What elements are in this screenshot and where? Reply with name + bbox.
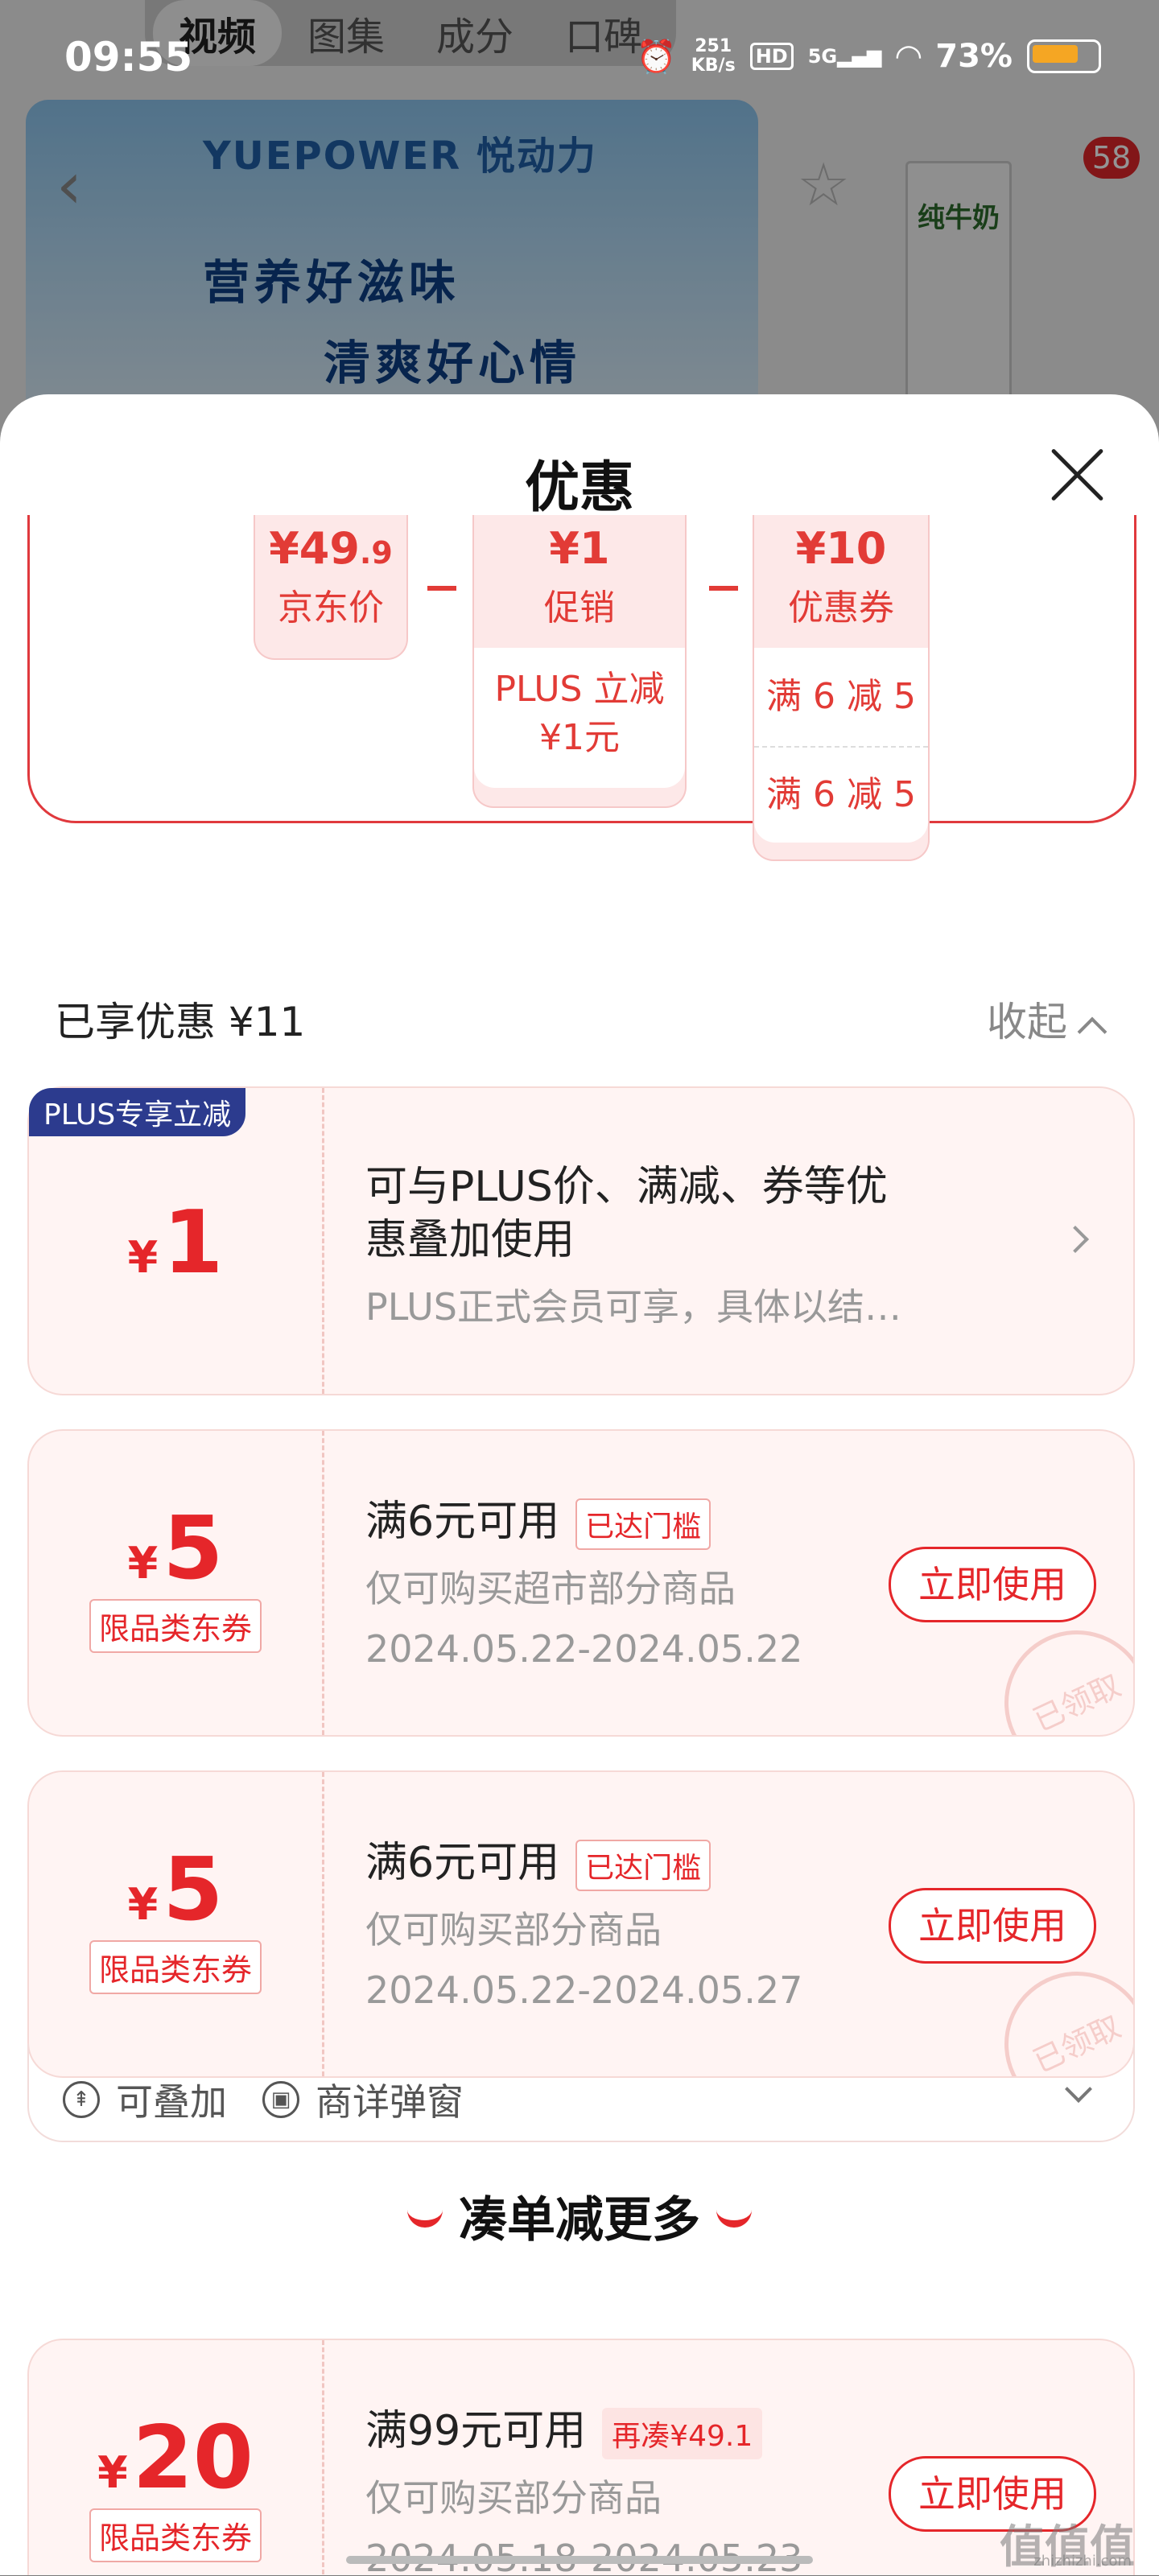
network-speed-unit: KB/s [691,56,736,76]
battery-percent: 73% [935,38,1013,75]
breakdown-coupon-label: 优惠券 [788,587,894,629]
battery-icon [1027,39,1101,73]
coupon-threshold: 满6元可用 [365,1498,560,1546]
network-speed: 251 KB/s [691,37,736,76]
plus-discount-card[interactable]: PLUS专享立减 ¥1 可与PLUS价、满减、券等优 惠叠加使用 PLUS正式会… [27,1086,1135,1395]
collapse-button[interactable]: 收起 [987,990,1107,1048]
coupon-amount: 1 [163,1193,224,1293]
coupon-card: ¥5 限品类东券 满6元可用 已达门槛 仅可购买部分商品 2024.05.22-2… [27,1770,1135,2078]
network-speed-value: 251 [695,36,732,56]
coupon-amount: 20 [132,2408,254,2508]
alarm-icon: ⏰ [636,38,677,76]
coupon-yen: ¥ [127,1538,159,1589]
hd-icon: HD [749,43,794,70]
breakdown-coupon: ¥10 优惠券 满 6 减 5 满 6 减 5 [753,515,930,861]
use-now-button[interactable]: 立即使用 [889,1888,1096,1964]
coupon-type-tag: 限品类东券 [89,2508,262,2562]
status-bar: 09:55 ⏰ 251 KB/s HD 5G▂▄▆ ◠ 73% [0,29,1159,93]
coupon-desc: 仅可购买部分商品 [365,1908,662,1952]
coupon-group-footer: ⇞ 可叠加 ▣ 商详弹窗 [27,2044,1135,2142]
promo-detail-line-1: PLUS 立减 [494,669,665,710]
promo-detail-line-2: ¥1元 [539,717,620,758]
coupon-date: 2024.05.22-2024.05.22 [365,1627,803,1671]
signal-icon: 5G▂▄▆ [807,45,882,68]
use-now-button[interactable]: 立即使用 [889,1547,1096,1622]
threshold-reached-tag: 已达门槛 [575,1498,711,1550]
status-time: 09:55 [64,34,193,80]
popup-info: ▣ 商详弹窗 [262,2073,464,2126]
breakdown-coupon-amount: ¥10 [795,523,887,574]
watermark-url: zhizhizhi.com [1033,2553,1132,2570]
breakdown-promo-label: 促销 [544,587,615,629]
breakdown-price-decimal: .9 [359,535,393,571]
decor-smile-icon [407,2203,443,2228]
coupon-desc: 仅可购买超市部分商品 [365,1567,736,1610]
chevron-down-icon[interactable] [1065,2075,1092,2103]
wifi-icon: ◠ [896,38,922,75]
discount-sheet: 优惠 ¥49.9 京东价 ¥1 促销 PLUS 立减 ¥1元 ¥10 优惠券 满… [0,394,1159,2575]
coupon-threshold: 满99元可用 [365,2407,587,2455]
sheet-title: 优惠 [524,456,634,520]
coupon-amount: 5 [163,1498,224,1599]
claimed-stamp-text: 已领取 [988,1622,1133,1735]
enjoyed-discount-total: 已享优惠 ¥11 [55,999,306,1045]
decor-smile-icon [716,2203,752,2228]
coupon-title-line-2: 惠叠加使用 [365,1216,575,1264]
coupon-title-line-1: 可与PLUS价、满减、券等优 [365,1163,888,1211]
coupon-yen: ¥ [127,1879,159,1930]
threshold-reached-tag: 已达门槛 [575,1840,711,1891]
coupon-amount: 5 [163,1840,224,1940]
coupon-yen: ¥ [127,1232,159,1283]
coupon-detail-1: 满 6 减 5 [754,648,928,748]
coupon-type-tag: 限品类东券 [89,1940,262,1994]
chevron-up-icon [1077,1016,1107,1047]
close-icon[interactable] [1046,444,1107,505]
price-breakdown: ¥49.9 京东价 ¥1 促销 PLUS 立减 ¥1元 ¥10 优惠券 满 6 … [27,515,1136,861]
coupon-type-tag: 限品类东券 [89,1599,262,1653]
breakdown-promo-amount: ¥1 [549,523,610,574]
breakdown-promo: ¥1 促销 PLUS 立减 ¥1元 [472,515,687,808]
more-section-title: 凑单减更多 [0,2181,1159,2251]
popup-label: 商详弹窗 [316,2080,464,2124]
claimed-stamp: 已领取 [988,1622,1133,1735]
breakdown-price: ¥49.9 京东价 [254,515,408,660]
remaining-amount-tag: 再凑¥49.1 [602,2408,763,2459]
stack-icon: ⇞ [63,2081,100,2118]
coupon-detail-2: 满 6 减 5 [754,748,928,843]
coupon-desc: PLUS正式会员可享，具体以结… [365,1285,901,1329]
coupon-yen: ¥ [97,2447,128,2498]
chevron-right-icon[interactable] [1062,1226,1089,1253]
home-indicator[interactable] [346,2556,813,2564]
stackable-label: 可叠加 [116,2080,227,2124]
coupon-title: 满6元可用 已达门槛 [365,1828,711,1891]
coupon-desc: 仅可购买部分商品 [365,2476,662,2520]
coupon-threshold: 满6元可用 [365,1839,560,1887]
breakdown-price-amount: ¥49 [269,523,360,574]
minus-sign [427,586,456,591]
stackable-info: ⇞ 可叠加 [63,2073,227,2126]
promo-detail: PLUS 立减 ¥1元 [474,648,685,788]
coupon-title: 满6元可用 已达门槛 [365,1487,711,1550]
minus-sign [709,586,738,591]
ticket-icon: ▣ [262,2081,299,2118]
breakdown-price-label: 京东价 [278,587,384,629]
coupon-date: 2024.05.22-2024.05.27 [365,1968,803,2012]
more-section-label: 凑单减更多 [459,2192,700,2248]
coupon-card: ¥20 限品类东券 满99元可用再凑¥49.1 仅可购买部分商品 2024.05… [27,2339,1135,2575]
coupon-title: 满99元可用 再凑¥49.1 [365,2397,763,2459]
collapse-label: 收起 [987,999,1067,1045]
coupon-card: ¥5 限品类东券 满6元可用 已达门槛 仅可购买超市部分商品 2024.05.22… [27,1429,1135,1737]
